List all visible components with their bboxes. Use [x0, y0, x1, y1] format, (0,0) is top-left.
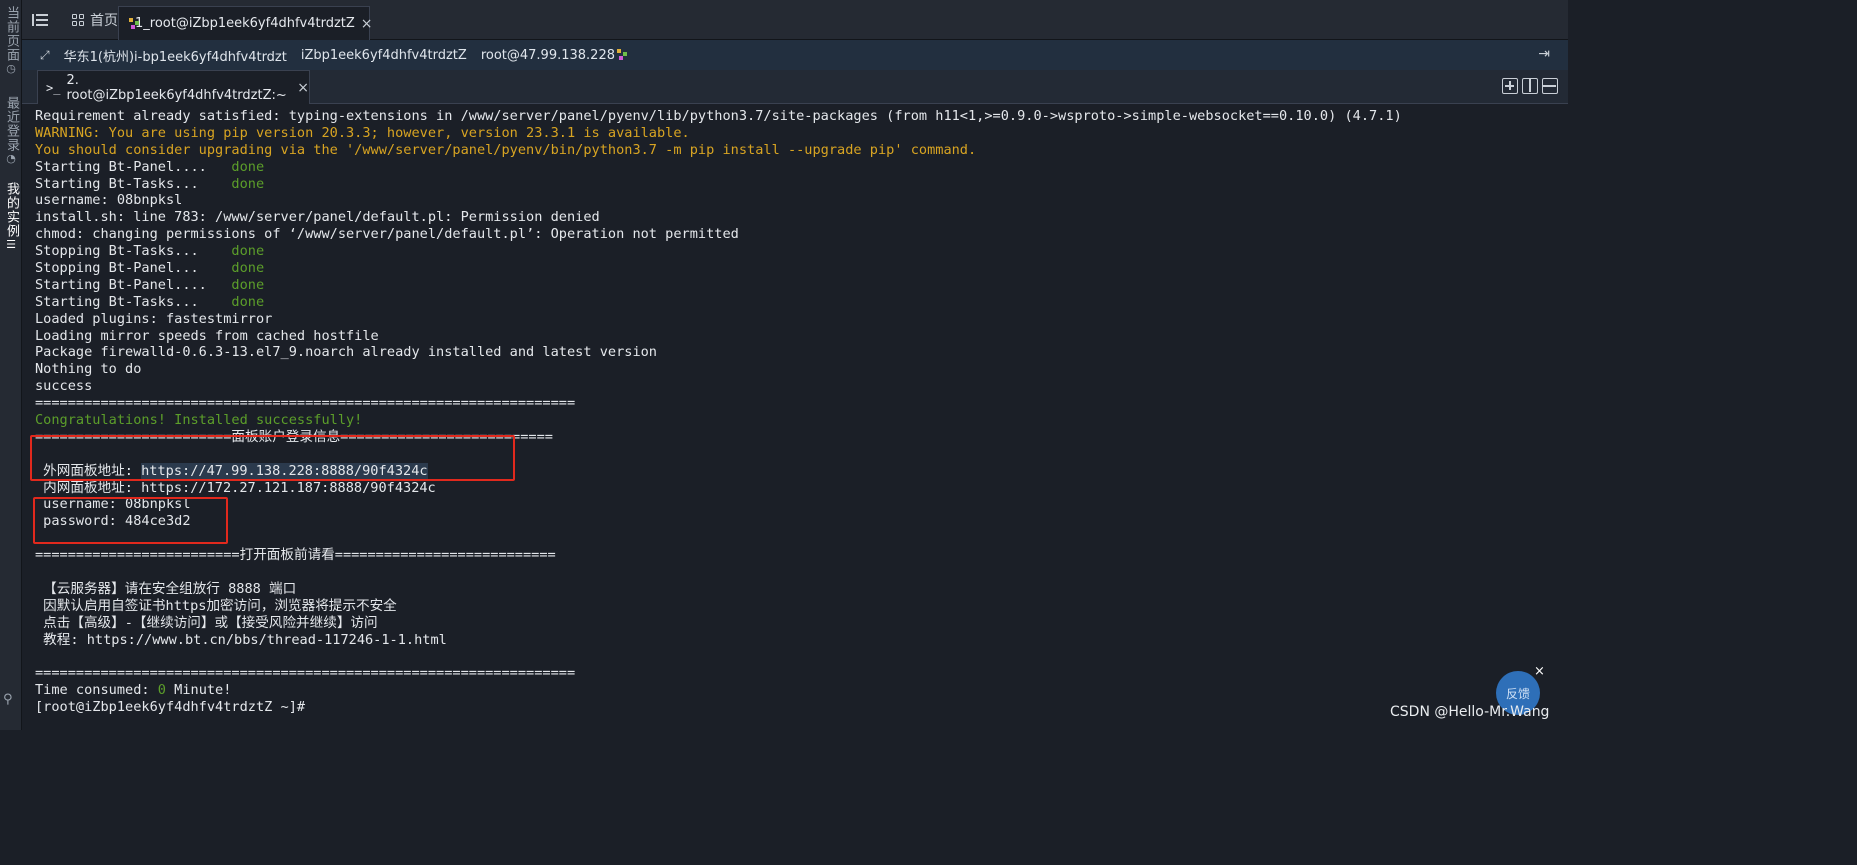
- menu-icon[interactable]: [32, 12, 48, 28]
- terminal-line: 【云服务器】请在安全组放行 8888 端口: [35, 580, 297, 597]
- sidebar-item-current-page[interactable]: 当前页面 ◷: [0, 6, 22, 76]
- status-done: done: [231, 158, 265, 175]
- time-value: 0: [157, 682, 166, 699]
- status-done: done: [231, 260, 265, 277]
- terminal-line: Requirement already satisfied: typing-ex…: [35, 108, 1402, 124]
- status-done: done: [231, 293, 265, 310]
- terminal-line: [root@iZbp1eek6yf4dhfv4trdztZ ~]#: [35, 699, 306, 716]
- exit-icon[interactable]: ⇥: [1538, 46, 1550, 62]
- terminal-line: username: 08bnpksl: [35, 496, 191, 513]
- terminal-line: Starting Bt-Panel.... done: [35, 276, 265, 293]
- list-icon: ☰: [6, 238, 16, 251]
- pin-icon[interactable]: ⚲: [3, 692, 13, 707]
- terminal-line: Loading mirror speeds from cached hostfi…: [35, 327, 379, 344]
- terminal-line: Starting Bt-Tasks... done: [35, 175, 265, 192]
- status-done: done: [231, 175, 265, 192]
- status-done: done: [231, 276, 265, 293]
- terminal-line: 点击【高级】-【继续访问】或【接受风险并继续】访问: [35, 614, 378, 631]
- terminal-line: 内网面板地址: https://172.27.121.187:8888/90f4…: [35, 479, 436, 496]
- instance-user-ip: root@47.99.138.228: [481, 48, 635, 63]
- history-icon: ◔: [6, 152, 16, 165]
- terminal-line: ========================================…: [35, 395, 576, 412]
- close-icon[interactable]: ×: [1534, 664, 1545, 679]
- terminal-line: Stopping Bt-Tasks... done: [35, 243, 265, 260]
- watermark: CSDN @Hello-Mr.Wang: [1390, 704, 1550, 720]
- terminal-line: ========================================…: [35, 665, 576, 682]
- terminal-line: Starting Bt-Tasks... done: [35, 293, 265, 310]
- terminal-line: Nothing to do: [35, 361, 142, 378]
- close-icon[interactable]: ×: [297, 80, 309, 96]
- terminal-line: Time consumed: 0 Minute!: [35, 682, 232, 699]
- highlight-box-panel-url: [30, 435, 515, 481]
- layout-controls: [1502, 78, 1558, 94]
- terminal-line: chmod: changing permissions of ‘/www/ser…: [35, 226, 739, 243]
- terminal-tab-strip: >_ 2. root@iZbp1eek6yf4dhfv4trdztZ:~ ×: [22, 70, 1568, 104]
- terminal-line: Starting Bt-Panel.... done: [35, 158, 265, 175]
- close-icon[interactable]: ×: [361, 16, 373, 32]
- terminal-line: install.sh: line 783: /www/server/panel/…: [35, 209, 600, 226]
- terminal-line: success: [35, 378, 93, 395]
- sidebar-item-label: 最近登录: [4, 96, 19, 152]
- grid-icon: [72, 14, 84, 26]
- terminal-line: username: 08bnpksl: [35, 192, 183, 209]
- terminal-line: password: 484ce3d2: [35, 513, 191, 530]
- tab-terminal-label: 2. root@iZbp1eek6yf4dhfv4trdztZ:~: [66, 72, 287, 103]
- terminal-output[interactable]: Requirement already satisfied: typing-ex…: [30, 104, 1550, 724]
- instance-region: 华东1(杭州)i-bp1eek6yf4dhfv4trdzt: [63, 49, 287, 65]
- fullscreen-icon[interactable]: ⤢: [40, 48, 50, 63]
- sidebar-item-label: 当前页面: [4, 6, 19, 62]
- terminal-line: Loaded plugins: fastestmirror: [35, 310, 273, 327]
- clock-icon: ◷: [6, 62, 16, 75]
- terminal-line: Package firewalld-0.6.3-13.el7_9.noarch …: [35, 344, 657, 361]
- sidebar-item-label: 我的实例: [4, 182, 19, 238]
- terminal-line: WARNING: You are using pip version 20.3.…: [35, 124, 690, 141]
- left-sidebar: 当前页面 ◷ 最近登录 ◔ 我的实例 ☰ ⚲: [0, 0, 22, 730]
- instance-info-bar: ⤢ 华东1(杭州)i-bp1eek6yf4dhfv4trdzt iZbp1eek…: [22, 40, 1568, 70]
- status-done: done: [231, 243, 265, 260]
- terminal-line: Congratulations! Installed successfully!: [35, 412, 363, 429]
- sidebar-item-my-instances[interactable]: 我的实例 ☰: [0, 182, 22, 252]
- terminal-line: 因默认启用自签证书https加密访问，浏览器将提示不安全: [35, 597, 397, 614]
- terminal-icon: >_: [46, 80, 61, 95]
- terminal-line: 教程: https://www.bt.cn/bbs/thread-117246-…: [35, 631, 447, 648]
- highlight-box-credentials: [33, 497, 228, 544]
- tab-session[interactable]: 1_root@iZbp1eek6yf4dhfv4trdztZ ×: [118, 6, 373, 40]
- terminal-line: =========================打开面板前请看========…: [35, 547, 556, 564]
- add-terminal-icon[interactable]: [1502, 78, 1518, 94]
- instance-hostname: iZbp1eek6yf4dhfv4trdztZ: [300, 47, 467, 63]
- split-vertical-icon[interactable]: [1522, 78, 1538, 94]
- split-horizontal-icon[interactable]: [1542, 78, 1558, 94]
- tab-home-label: 首页: [90, 13, 118, 29]
- terminal-scrollbar[interactable]: [1558, 104, 1566, 724]
- terminal-line: You should consider upgrading via the '/…: [35, 141, 977, 158]
- connection-status-icon: [616, 49, 629, 61]
- top-tab-bar: 首页 1_root@iZbp1eek6yf4dhfv4trdztZ ×: [22, 0, 1568, 40]
- terminal-line: Stopping Bt-Panel... done: [35, 260, 265, 277]
- sidebar-item-recent-login[interactable]: 最近登录 ◔: [0, 96, 22, 166]
- tab-terminal[interactable]: >_ 2. root@iZbp1eek6yf4dhfv4trdztZ:~ ×: [37, 70, 310, 104]
- tab-session-label: 1_root@iZbp1eek6yf4dhfv4trdztZ: [135, 16, 355, 31]
